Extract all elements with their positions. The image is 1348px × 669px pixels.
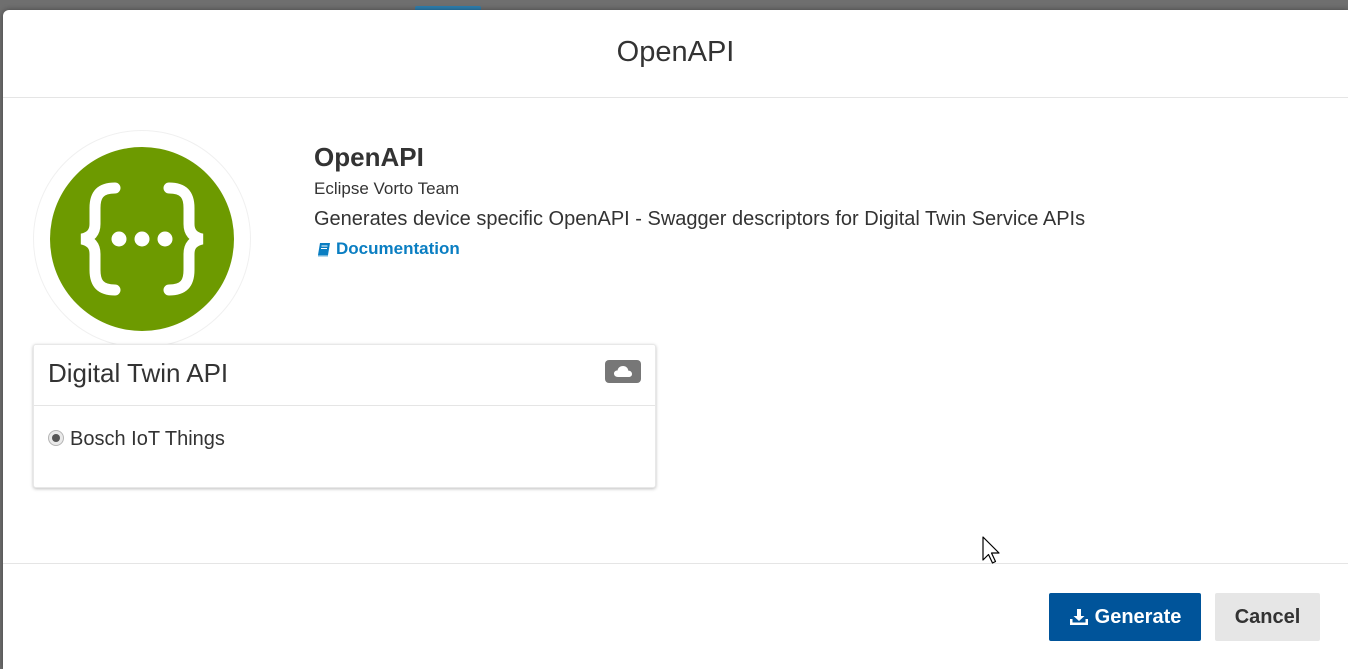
option-label: Bosch IoT Things [70,428,225,450]
cloud-badge [605,360,641,383]
cancel-button[interactable]: Cancel [1215,593,1320,641]
option-bosch-iot-things[interactable]: Bosch IoT Things [48,428,641,451]
panel-body: Bosch IoT Things [34,406,655,473]
generator-name: OpenAPI [314,142,424,172]
cloud-icon [614,366,632,377]
modal-header: OpenAPI [3,10,1348,98]
panel-title: Digital Twin API [48,358,229,388]
generator-modal: OpenAPI OpenAPI Eclipse Vorto Team Gener… [3,10,1348,669]
radio-button[interactable] [48,429,64,446]
mouse-cursor-icon [982,536,1000,564]
documentation-label: Documentation [336,239,460,258]
panel-heading: Digital Twin API [34,345,655,406]
modal-body: OpenAPI Eclipse Vorto Team Generates dev… [3,98,1348,564]
generator-description: Generates device specific OpenAPI - Swag… [314,208,1086,230]
swagger-braces-icon [50,147,234,331]
generator-author: Eclipse Vorto Team [314,179,460,198]
generate-label: Generate [1094,605,1182,628]
digital-twin-api-panel: Digital Twin API Bosch IoT Things [33,344,656,488]
modal-title: OpenAPI [616,36,735,68]
generate-button[interactable]: Generate [1049,593,1201,641]
download-icon [1069,609,1088,625]
generator-info: OpenAPI Eclipse Vorto Team Generates dev… [314,142,1085,262]
book-icon [318,242,330,256]
modal-footer: Generate Cancel [3,564,1348,669]
documentation-link[interactable]: Documentation [317,239,460,259]
generator-logo [33,130,251,348]
